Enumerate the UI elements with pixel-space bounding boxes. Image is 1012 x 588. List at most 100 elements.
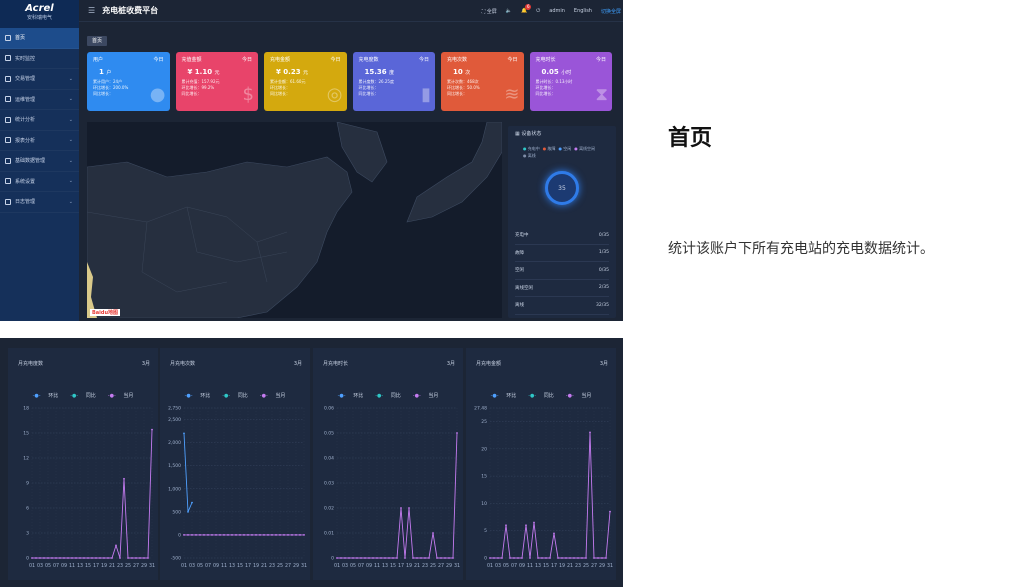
data-point[interactable] [187, 510, 189, 513]
data-point[interactable] [509, 557, 511, 559]
menu-toggle-icon[interactable]: ☰ [88, 6, 95, 15]
data-point[interactable] [295, 534, 297, 536]
data-point[interactable] [31, 557, 33, 559]
data-point[interactable] [392, 557, 394, 559]
data-point[interactable] [537, 557, 539, 559]
data-point[interactable] [589, 431, 591, 434]
data-point[interactable] [376, 557, 378, 559]
data-point[interactable] [549, 557, 551, 559]
data-point[interactable] [107, 557, 109, 559]
data-point[interactable] [493, 557, 495, 559]
data-point[interactable] [553, 532, 555, 535]
data-point[interactable] [191, 534, 193, 536]
lang-switch[interactable]: English [574, 8, 592, 14]
data-point[interactable] [183, 534, 185, 536]
data-point[interactable] [275, 534, 277, 536]
data-point[interactable] [360, 557, 362, 559]
data-point[interactable] [63, 557, 65, 559]
data-point[interactable] [67, 557, 69, 559]
data-point[interactable] [364, 557, 366, 559]
data-point[interactable] [368, 557, 370, 559]
sidebar-item[interactable]: 运维管理 ⌄ [0, 90, 79, 110]
data-point[interactable] [303, 534, 305, 536]
data-point[interactable] [243, 534, 245, 536]
data-point[interactable] [83, 557, 85, 559]
sidebar-item[interactable]: 日志管理 ⌄ [0, 192, 79, 213]
sidebar-item[interactable]: 实时监控 [0, 49, 79, 69]
data-point[interactable] [400, 507, 402, 509]
sidebar-item[interactable]: 统计分析 ⌄ [0, 110, 79, 131]
data-point[interactable] [199, 534, 201, 536]
data-point[interactable] [593, 557, 595, 559]
data-point[interactable] [183, 432, 185, 435]
sidebar-item[interactable]: 报表分析 ⌄ [0, 131, 79, 151]
data-point[interactable] [39, 557, 41, 559]
data-point[interactable] [569, 557, 571, 559]
data-point[interactable] [195, 534, 197, 536]
data-point[interactable] [79, 557, 81, 559]
data-point[interactable] [207, 534, 209, 536]
data-point[interactable] [424, 557, 426, 559]
data-point[interactable] [489, 557, 491, 559]
data-point[interactable] [501, 557, 503, 559]
data-point[interactable] [344, 557, 346, 559]
data-point[interactable] [456, 432, 458, 434]
data-point[interactable] [143, 557, 145, 559]
data-point[interactable] [561, 557, 563, 559]
data-point[interactable] [211, 534, 213, 536]
data-point[interactable] [505, 524, 507, 527]
data-point[interactable] [235, 534, 237, 536]
data-point[interactable] [597, 557, 599, 559]
data-point[interactable] [444, 557, 446, 559]
data-point[interactable] [131, 557, 133, 559]
data-point[interactable] [416, 557, 418, 559]
data-point[interactable] [99, 557, 101, 559]
data-point[interactable] [388, 557, 390, 559]
data-point[interactable] [95, 557, 97, 559]
data-point[interactable] [267, 534, 269, 536]
bell-icon[interactable]: 🔔 6 [521, 4, 532, 14]
data-point[interactable] [127, 557, 129, 559]
data-point[interactable] [340, 557, 342, 559]
map-view[interactable]: Baidu地图 [87, 122, 502, 318]
data-point[interactable] [408, 507, 410, 509]
data-point[interactable] [605, 557, 607, 559]
data-point[interactable] [420, 557, 422, 559]
data-point[interactable] [251, 534, 253, 536]
fullscreen-button[interactable]: ⛶ 全屏 [482, 8, 497, 15]
data-point[interactable] [191, 501, 193, 504]
data-point[interactable] [227, 534, 229, 536]
fullscreen-link[interactable]: 切换全屏 [601, 8, 621, 15]
data-point[interactable] [448, 557, 450, 559]
data-point[interactable] [203, 534, 205, 536]
data-point[interactable] [75, 557, 77, 559]
data-point[interactable] [215, 534, 217, 536]
data-point[interactable] [529, 557, 531, 559]
data-point[interactable] [601, 557, 603, 559]
data-point[interactable] [356, 557, 358, 559]
data-point[interactable] [139, 557, 141, 559]
data-point[interactable] [432, 532, 434, 534]
power-icon[interactable]: ⏻ [536, 8, 540, 14]
data-point[interactable] [404, 557, 406, 559]
data-point[interactable] [59, 557, 61, 559]
data-point[interactable] [525, 524, 527, 527]
data-point[interactable] [585, 557, 587, 559]
data-point[interactable] [279, 534, 281, 536]
data-point[interactable] [239, 534, 241, 536]
data-point[interactable] [151, 428, 153, 431]
data-point[interactable] [271, 534, 273, 536]
data-point[interactable] [577, 557, 579, 559]
tab-home[interactable]: 首页 [87, 36, 108, 46]
data-point[interactable] [87, 557, 89, 559]
data-point[interactable] [135, 557, 137, 559]
sound-icon[interactable]: 🔈 [506, 8, 512, 14]
data-point[interactable] [263, 534, 265, 536]
sidebar-item[interactable]: 交易管理 ⌄ [0, 69, 79, 90]
data-point[interactable] [231, 534, 233, 536]
data-point[interactable] [581, 557, 583, 559]
data-point[interactable] [452, 557, 454, 559]
data-point[interactable] [259, 534, 261, 536]
user-menu[interactable]: admin [549, 8, 565, 14]
data-point[interactable] [428, 557, 430, 559]
